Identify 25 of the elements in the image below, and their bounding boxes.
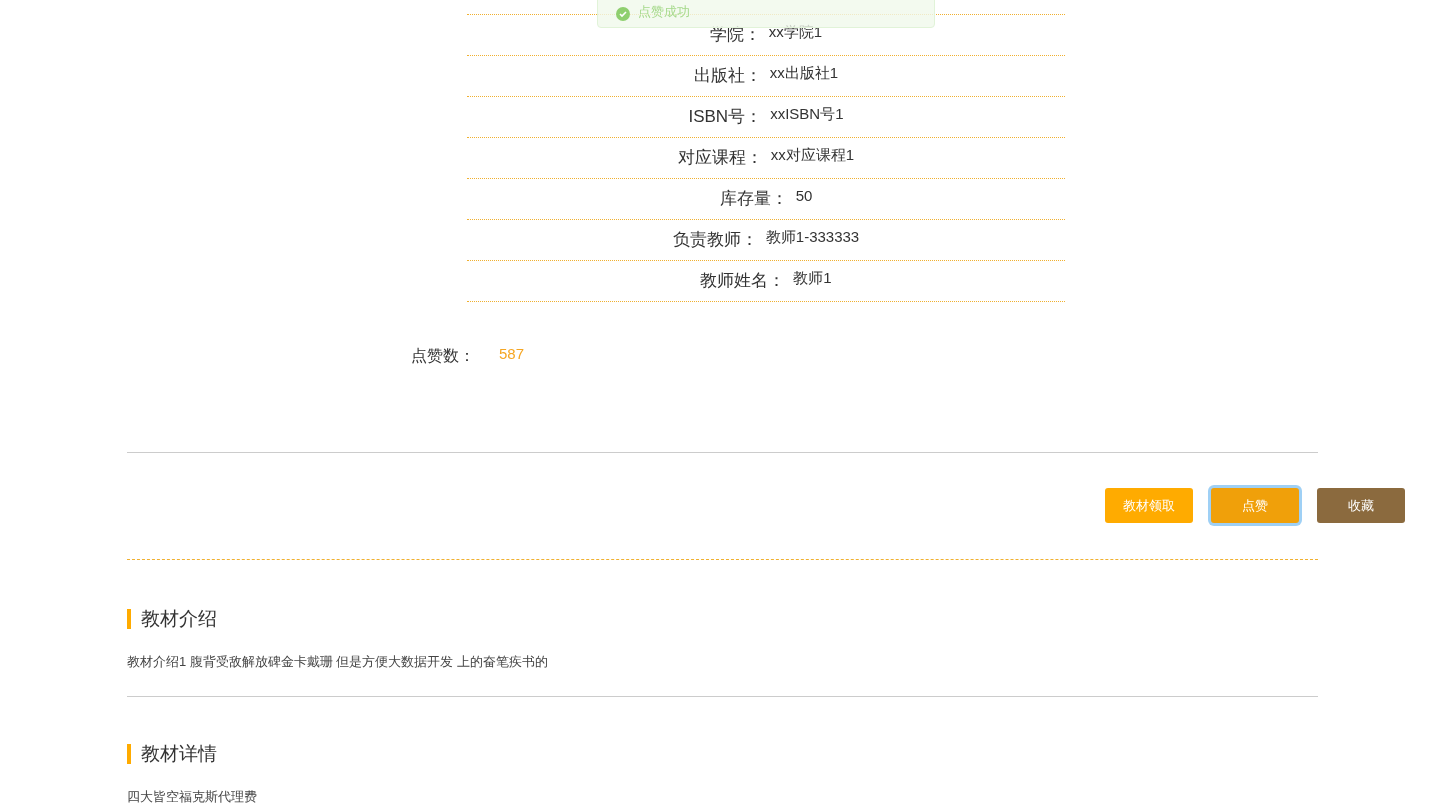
field-label: ISBN号： (688, 106, 763, 129)
field-label: 对应课程： (677, 147, 763, 170)
field-label: 教师姓名： (700, 270, 786, 293)
field-value: xx出版社1 (769, 62, 839, 83)
action-button[interactable]: 收藏 (1317, 488, 1405, 523)
field-value: 教师1-333333 (765, 226, 860, 247)
action-button[interactable]: 教材领取 (1105, 488, 1193, 523)
field-label: 出版社： (693, 65, 762, 88)
action-button[interactable]: 点赞 (1211, 488, 1299, 523)
likes-label: 点赞数： (411, 346, 475, 366)
section-title: 教材介绍 (141, 607, 217, 631)
section-title: 教材详情 (141, 742, 217, 766)
field-value: xx对应课程1 (770, 144, 855, 165)
field-value: xxISBN号1 (770, 103, 844, 124)
section-text: 四大皆空福克斯代理费 (127, 787, 258, 806)
field-value: 50 (795, 185, 813, 206)
check-circle-icon (616, 7, 630, 21)
section-text: 教材介绍1 腹背受敌解放碑金卡戴珊 但是方便大数据开发 上的奋笔疾书的 (127, 652, 550, 671)
heading-accent-bar (127, 609, 131, 630)
field-label: 库存量： (719, 188, 788, 211)
field-value: 教师1 (793, 267, 832, 288)
likes-count: 587 (499, 343, 525, 364)
toast-message: 点赞成功 (638, 2, 690, 21)
heading-accent-bar (127, 744, 131, 765)
field-label: 负责教师： (672, 229, 758, 252)
